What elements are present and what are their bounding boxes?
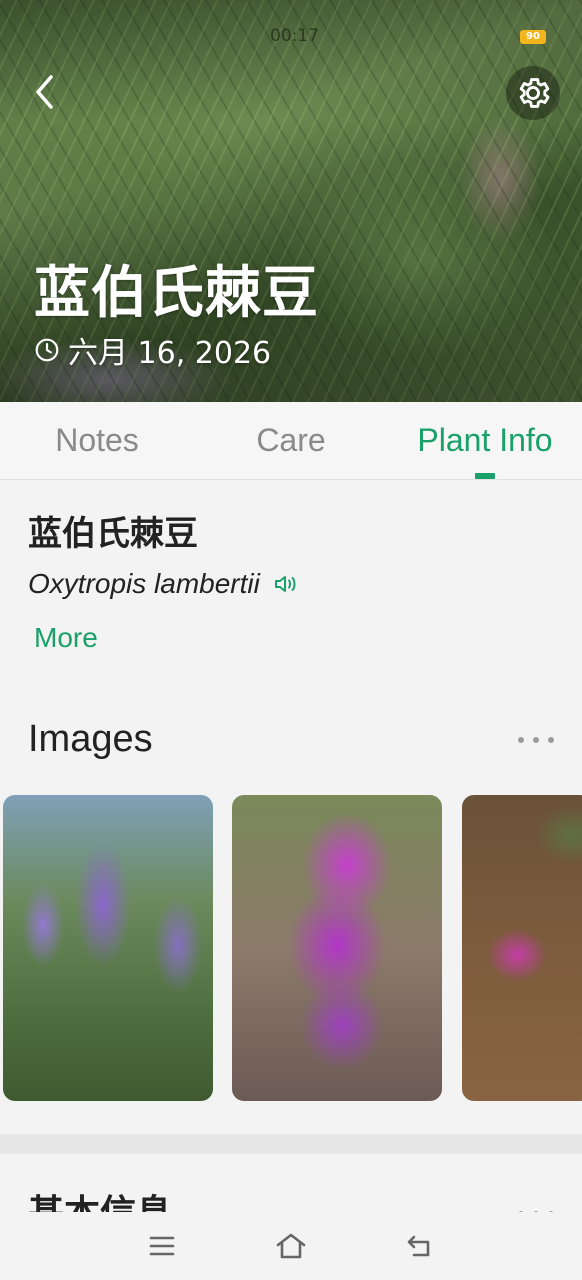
clock-icon bbox=[35, 338, 59, 362]
date-row: 六月 16, 2026 bbox=[34, 328, 271, 372]
tab-care[interactable]: Care bbox=[194, 402, 388, 479]
chevron-left-icon bbox=[36, 75, 53, 109]
status-time: 00:17 bbox=[270, 26, 319, 46]
more-link[interactable]: More bbox=[34, 622, 98, 654]
back-arrow-icon bbox=[407, 1235, 430, 1257]
basic-info-header: 基本信息 bbox=[0, 1154, 582, 1214]
speaker-icon[interactable] bbox=[274, 574, 298, 594]
plant-name: 蓝伯氏棘豆 bbox=[28, 514, 198, 554]
plant-image-1[interactable] bbox=[3, 795, 213, 1101]
plant-image-3[interactable] bbox=[462, 795, 582, 1101]
tab-plant-info[interactable]: Plant Info bbox=[388, 402, 582, 479]
menu-icon bbox=[149, 1236, 175, 1256]
tab-bar: Notes Care Plant Info bbox=[0, 402, 582, 480]
system-nav-bar bbox=[0, 1212, 582, 1280]
images-title: Images bbox=[28, 718, 153, 760]
date-text: 六月 16, 2026 bbox=[68, 336, 272, 371]
gear-icon bbox=[519, 78, 550, 108]
basic-info-title: 基本信息 bbox=[28, 1193, 173, 1214]
home-icon bbox=[276, 1233, 306, 1259]
status-bar: 00:17 90 bbox=[0, 24, 582, 52]
page-title: 蓝伯氏棘豆 bbox=[34, 261, 319, 326]
images-more-button[interactable] bbox=[518, 728, 554, 752]
more-dots-icon bbox=[518, 737, 524, 743]
settings-button[interactable] bbox=[506, 66, 560, 120]
battery-indicator: 90 bbox=[520, 30, 546, 44]
hero-image: 00:17 90 蓝伯氏棘豆 六月 16, 2026 bbox=[0, 0, 582, 402]
latin-row: Oxytropis lambertii bbox=[28, 568, 298, 600]
recent-apps-button[interactable] bbox=[142, 1230, 182, 1262]
section-divider bbox=[0, 1134, 582, 1154]
latin-name: Oxytropis lambertii bbox=[28, 568, 260, 599]
images-section-header: Images bbox=[0, 706, 582, 778]
tab-notes[interactable]: Notes bbox=[0, 402, 194, 479]
home-button[interactable] bbox=[271, 1230, 311, 1262]
back-nav-button[interactable] bbox=[400, 1230, 440, 1262]
plant-image-2[interactable] bbox=[232, 795, 442, 1101]
back-button[interactable] bbox=[20, 66, 70, 118]
plant-info-card: 蓝伯氏棘豆 Oxytropis lambertii More bbox=[0, 480, 582, 690]
